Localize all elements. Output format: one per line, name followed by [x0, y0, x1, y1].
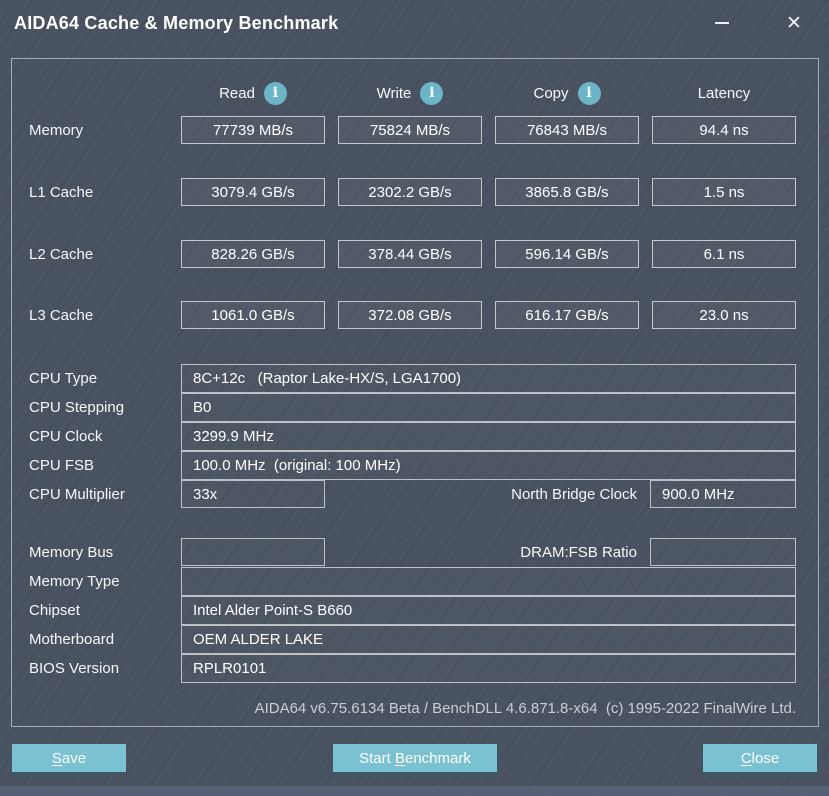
l2-write-value: 378.44 GB/s [338, 240, 482, 268]
cpu-clock-row: CPU Clock 3299.9 MHz [29, 422, 796, 451]
cpu-fsb-label: CPU FSB [29, 451, 168, 480]
info-icon[interactable]: i [420, 82, 443, 105]
l1-write-value: 2302.2 GB/s [338, 178, 482, 206]
start-label-mnemonic: B [395, 750, 405, 767]
dram-fsb-ratio-label: DRAM:FSB Ratio [338, 538, 637, 566]
column-header-write: Write i [338, 81, 482, 105]
column-label-read: Read [219, 85, 255, 102]
motherboard-row: Motherboard OEM ALDER LAKE [29, 625, 796, 654]
close-button[interactable]: Close [703, 744, 817, 776]
info-icon[interactable]: i [264, 82, 287, 105]
header-spacer [29, 81, 168, 105]
cpu-stepping-value: B0 [181, 393, 796, 422]
cpu-multiplier-row: CPU Multiplier 33x North Bridge Clock 90… [29, 480, 796, 508]
version-credits-text: AIDA64 v6.75.6134 Beta / BenchDLL 4.6.87… [29, 700, 796, 717]
start-label-pre: Start [359, 750, 395, 767]
column-label-latency: Latency [698, 85, 751, 102]
info-icon[interactable]: i [578, 82, 601, 105]
column-header-latency: Latency [652, 81, 796, 105]
close-window-button[interactable]: ✕ [772, 4, 816, 42]
benchmark-row-l3-cache: L3 Cache 1061.0 GB/s 372.08 GB/s 616.17 … [29, 301, 796, 329]
l2-copy-value: 596.14 GB/s [495, 240, 639, 268]
row-label-l1-cache: L1 Cache [29, 178, 168, 206]
dram-fsb-ratio-value [650, 538, 796, 566]
benchmark-row-l1-cache: L1 Cache 3079.4 GB/s 2302.2 GB/s 3865.8 … [29, 178, 796, 206]
minimize-icon [715, 22, 729, 24]
bios-version-value: RPLR0101 [181, 654, 796, 683]
close-label-mnemonic: C [741, 750, 752, 767]
l3-write-value: 372.08 GB/s [338, 301, 482, 329]
row-label-memory: Memory [29, 116, 168, 144]
minimize-button[interactable] [700, 4, 744, 42]
save-label-post: ave [62, 750, 86, 767]
memory-read-value: 77739 MB/s [181, 116, 325, 144]
column-label-copy: Copy [533, 85, 568, 102]
chipset-row: Chipset Intel Alder Point-S B660 [29, 596, 796, 625]
row-label-l2-cache: L2 Cache [29, 240, 168, 268]
column-label-write: Write [377, 85, 412, 102]
bios-version-label: BIOS Version [29, 654, 168, 683]
column-header-read: Read i [181, 81, 325, 105]
window-title: AIDA64 Cache & Memory Benchmark [14, 13, 338, 34]
cpu-type-row: CPU Type 8C+12c (Raptor Lake-HX/S, LGA17… [29, 364, 796, 393]
cpu-type-value: 8C+12c (Raptor Lake-HX/S, LGA1700) [181, 364, 796, 393]
benchmark-header-row: Read i Write i Copy i Latency [29, 81, 796, 105]
l3-copy-value: 616.17 GB/s [495, 301, 639, 329]
cpu-clock-value: 3299.9 MHz [181, 422, 796, 451]
memory-latency-value: 94.4 ns [652, 116, 796, 144]
start-benchmark-button[interactable]: Start Benchmark [333, 744, 497, 776]
l2-read-value: 828.26 GB/s [181, 240, 325, 268]
bottom-edge-strip [0, 786, 829, 796]
l1-latency-value: 1.5 ns [652, 178, 796, 206]
column-header-copy: Copy i [495, 81, 639, 105]
cpu-stepping-row: CPU Stepping B0 [29, 393, 796, 422]
l2-latency-value: 6.1 ns [652, 240, 796, 268]
north-bridge-clock-value: 900.0 MHz [650, 480, 796, 508]
row-label-l3-cache: L3 Cache [29, 301, 168, 329]
bios-version-row: BIOS Version RPLR0101 [29, 654, 796, 683]
cpu-stepping-label: CPU Stepping [29, 393, 168, 422]
benchmark-row-memory: Memory 77739 MB/s 75824 MB/s 76843 MB/s … [29, 116, 796, 144]
memory-copy-value: 76843 MB/s [495, 116, 639, 144]
title-bar[interactable]: AIDA64 Cache & Memory Benchmark ✕ [0, 0, 829, 50]
benchmark-row-l2-cache: L2 Cache 828.26 GB/s 378.44 GB/s 596.14 … [29, 240, 796, 268]
north-bridge-clock-label: North Bridge Clock [338, 480, 637, 508]
chipset-value: Intel Alder Point-S B660 [181, 596, 796, 625]
close-icon: ✕ [786, 14, 802, 33]
memory-type-label: Memory Type [29, 567, 168, 596]
cpu-multiplier-label: CPU Multiplier [29, 480, 168, 508]
l1-read-value: 3079.4 GB/s [181, 178, 325, 206]
l3-latency-value: 23.0 ns [652, 301, 796, 329]
memory-type-row: Memory Type [29, 567, 796, 596]
cpu-fsb-row: CPU FSB 100.0 MHz (original: 100 MHz) [29, 451, 796, 480]
close-label-post: lose [752, 750, 780, 767]
l3-read-value: 1061.0 GB/s [181, 301, 325, 329]
cpu-type-label: CPU Type [29, 364, 168, 393]
memory-bus-label: Memory Bus [29, 538, 168, 566]
cpu-multiplier-value: 33x [181, 480, 325, 508]
motherboard-label: Motherboard [29, 625, 168, 654]
motherboard-value: OEM ALDER LAKE [181, 625, 796, 654]
chipset-label: Chipset [29, 596, 168, 625]
main-panel: Read i Write i Copy i Latency Memory 777… [11, 58, 819, 727]
cpu-fsb-value: 100.0 MHz (original: 100 MHz) [181, 451, 796, 480]
save-button[interactable]: Save [12, 744, 126, 776]
memory-write-value: 75824 MB/s [338, 116, 482, 144]
memory-bus-row: Memory Bus DRAM:FSB Ratio [29, 538, 796, 566]
memory-bus-value [181, 538, 325, 566]
l1-copy-value: 3865.8 GB/s [495, 178, 639, 206]
memory-type-value [181, 567, 796, 596]
start-label-post: enchmark [405, 750, 471, 767]
aida64-benchmark-window: AIDA64 Cache & Memory Benchmark ✕ Read i… [0, 0, 829, 796]
cpu-clock-label: CPU Clock [29, 422, 168, 451]
save-label-mnemonic: S [52, 750, 62, 767]
